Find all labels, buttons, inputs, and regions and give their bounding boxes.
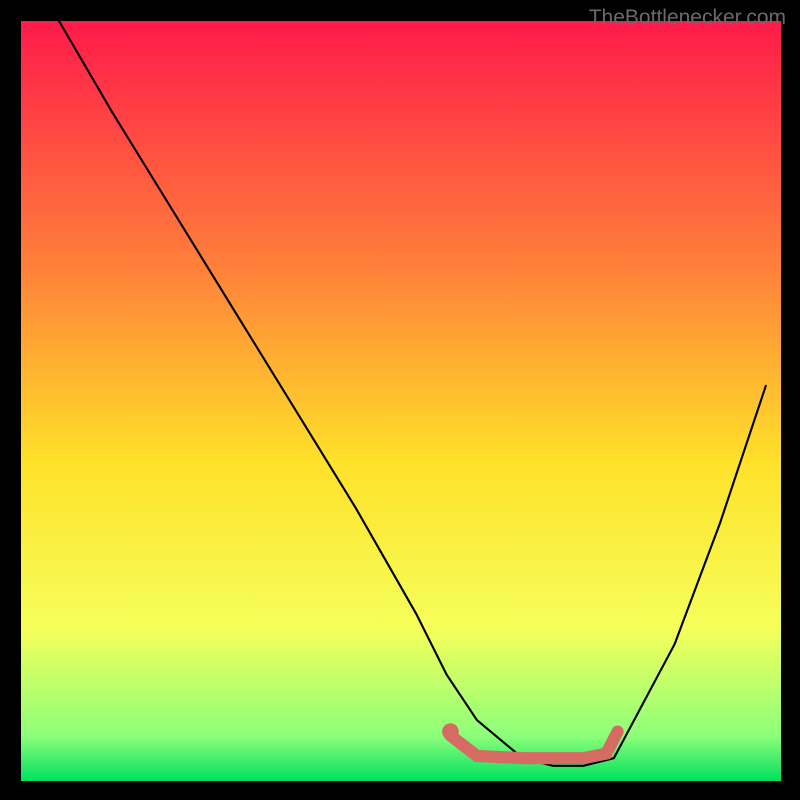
gradient-background	[21, 21, 781, 781]
watermark-text: TheBottlenecker.com	[589, 6, 786, 30]
chart-area	[21, 21, 781, 781]
highlight-dot	[442, 723, 459, 740]
chart-svg	[21, 21, 781, 781]
